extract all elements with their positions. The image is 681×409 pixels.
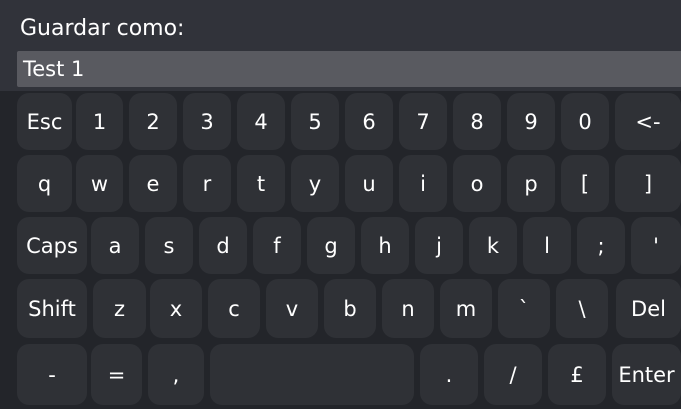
key-y[interactable]: y [291, 155, 339, 212]
save-as-title: Guardar como: [20, 16, 185, 41]
key-backslash[interactable]: \ [556, 279, 608, 338]
key-x[interactable]: x [150, 279, 202, 338]
key-1[interactable]: 1 [76, 93, 123, 150]
key-comma[interactable]: , [148, 344, 204, 405]
key-minus[interactable]: - [17, 344, 87, 405]
key-0[interactable]: 0 [561, 93, 609, 150]
enter-key[interactable]: Enter [612, 344, 681, 405]
key-4[interactable]: 4 [237, 93, 285, 150]
key-t[interactable]: t [237, 155, 285, 212]
key-7[interactable]: 7 [399, 93, 447, 150]
key-equals[interactable]: = [91, 344, 142, 405]
key-9[interactable]: 9 [507, 93, 555, 150]
key-k[interactable]: k [469, 217, 517, 274]
key-f[interactable]: f [253, 217, 301, 274]
key-q[interactable]: q [17, 155, 72, 212]
key-2[interactable]: 2 [129, 93, 177, 150]
key-left-bracket[interactable]: [ [561, 155, 609, 212]
key-slash[interactable]: / [484, 344, 542, 405]
key-e[interactable]: e [129, 155, 177, 212]
key-esc[interactable]: Esc [17, 93, 72, 150]
on-screen-keyboard: Esc 1 2 3 4 5 6 7 8 9 0 <- q w e r t y u… [0, 91, 681, 409]
key-semicolon[interactable]: ; [577, 217, 625, 274]
space-bar[interactable] [210, 344, 414, 405]
key-5[interactable]: 5 [291, 93, 339, 150]
key-g[interactable]: g [307, 217, 355, 274]
key-z[interactable]: z [93, 279, 146, 338]
delete-key[interactable]: Del [616, 279, 681, 338]
key-h[interactable]: h [361, 217, 409, 274]
key-r[interactable]: r [183, 155, 231, 212]
caps-lock-key[interactable]: Caps [17, 217, 87, 274]
key-right-bracket[interactable]: ] [615, 155, 681, 212]
key-d[interactable]: d [199, 217, 247, 274]
key-v[interactable]: v [266, 279, 318, 338]
key-backtick[interactable]: ` [498, 279, 550, 338]
key-apostrophe[interactable]: ' [631, 217, 681, 274]
shift-key[interactable]: Shift [17, 279, 87, 338]
key-m[interactable]: m [440, 279, 492, 338]
key-8[interactable]: 8 [453, 93, 501, 150]
key-u[interactable]: u [345, 155, 393, 212]
filename-input[interactable]: Test 1 [17, 51, 681, 87]
key-6[interactable]: 6 [345, 93, 393, 150]
key-j[interactable]: j [415, 217, 463, 274]
backspace-key[interactable]: <- [615, 93, 681, 150]
key-w[interactable]: w [76, 155, 123, 212]
key-pound[interactable]: £ [548, 344, 606, 405]
key-a[interactable]: a [91, 217, 139, 274]
key-p[interactable]: p [507, 155, 555, 212]
key-s[interactable]: s [145, 217, 193, 274]
save-as-screen: Guardar como: Test 1 Esc 1 2 3 4 5 6 7 8… [0, 0, 681, 409]
key-i[interactable]: i [399, 155, 447, 212]
key-o[interactable]: o [453, 155, 501, 212]
key-c[interactable]: c [208, 279, 260, 338]
key-b[interactable]: b [324, 279, 376, 338]
key-n[interactable]: n [382, 279, 434, 338]
key-3[interactable]: 3 [183, 93, 231, 150]
key-l[interactable]: l [523, 217, 571, 274]
key-period[interactable]: . [420, 344, 478, 405]
